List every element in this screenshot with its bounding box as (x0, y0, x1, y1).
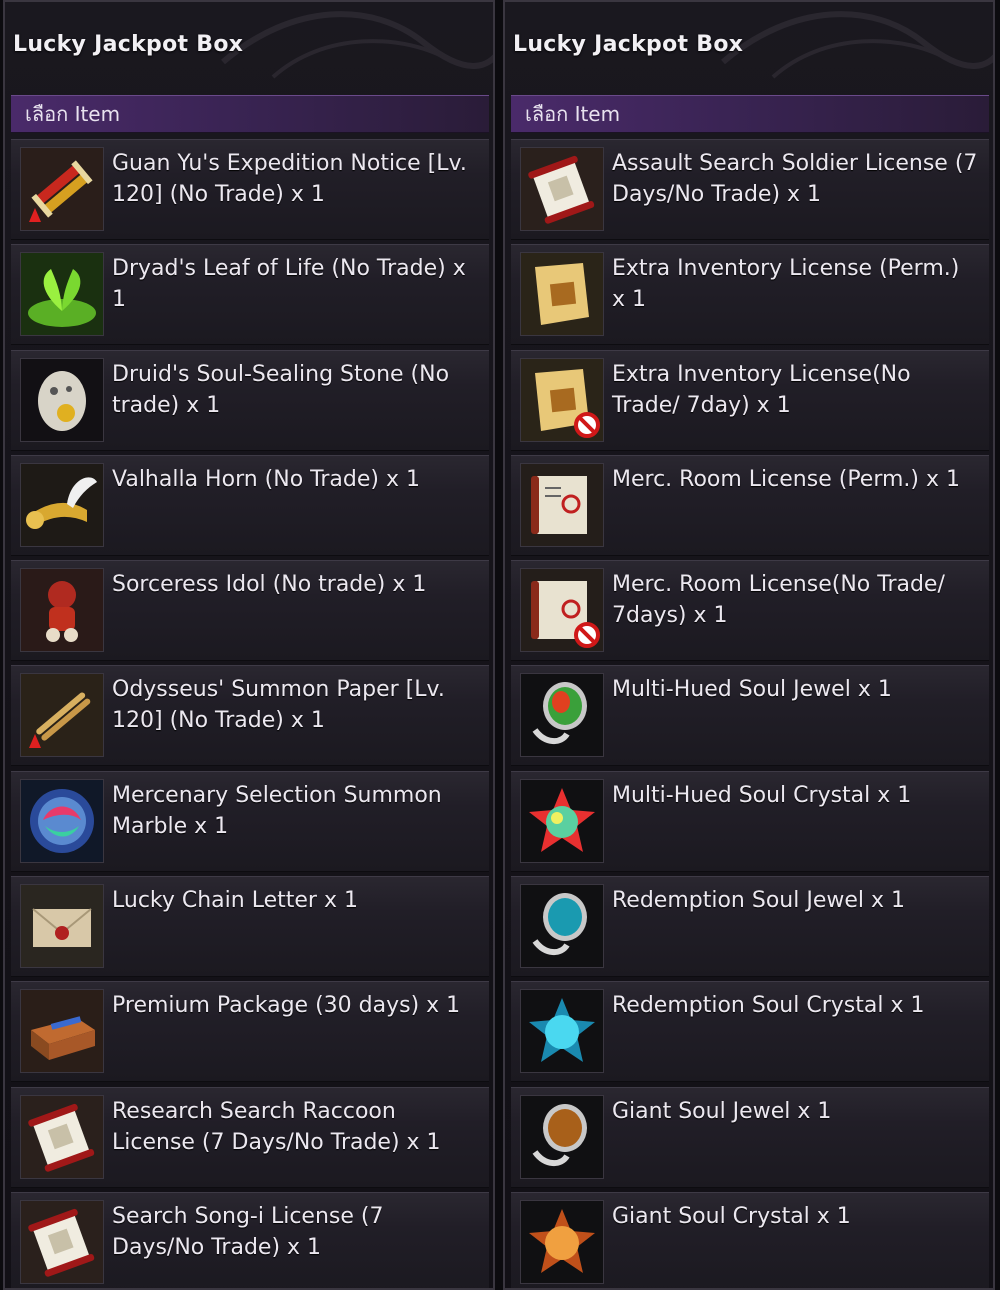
item-option[interactable]: Dryad's Leaf of Life (No Trade) x 1 (11, 244, 489, 346)
amber-crystal-icon (520, 1199, 604, 1284)
item-option[interactable]: Druid's Soul-Sealing Stone (No trade) x … (11, 349, 489, 451)
item-list: Guan Yu's Expedition Notice [Lv. 120] (N… (11, 139, 489, 1288)
right-item-panel: Lucky Jackpot Box เลือก Item Assault Sea… (503, 0, 995, 1290)
item-label: Redemption Soul Crystal x 1 (612, 993, 925, 1019)
item-option[interactable]: Giant Soul Crystal x 1 (511, 1191, 989, 1288)
license-scroll-icon (520, 147, 604, 231)
item-label: Lucky Chain Letter x 1 (112, 888, 358, 914)
item-option[interactable]: Odysseus' Summon Paper [Lv. 120] (No Tra… (11, 665, 489, 767)
license-scroll-icon (20, 1094, 104, 1179)
item-option[interactable]: Redemption Soul Crystal x 1 (511, 981, 989, 1083)
item-label: Sorceress Idol (No trade) x 1 (112, 572, 427, 598)
inventory-license-icon (520, 252, 604, 337)
item-option[interactable]: Guan Yu's Expedition Notice [Lv. 120] (N… (11, 139, 489, 240)
left-item-panel: Lucky Jackpot Box เลือก Item Guan Yu's E… (3, 0, 495, 1290)
winged-horn-icon (20, 462, 104, 547)
panel-title: Lucky Jackpot Box (13, 32, 244, 57)
marble-icon (20, 778, 104, 863)
item-label: Extra Inventory License(No Trade/ 7day) … (612, 361, 911, 418)
item-option[interactable]: Merc. Room License (Perm.) x 1 (511, 454, 989, 556)
license-scroll-icon (20, 1199, 104, 1284)
item-option[interactable]: Premium Package (30 days) x 1 (11, 981, 489, 1083)
item-option[interactable]: Research Search Raccoon License (7 Days/… (11, 1086, 489, 1188)
item-label: Mercenary Selection Summon Marble x 1 (112, 782, 442, 839)
item-label: Valhalla Horn (No Trade) x 1 (112, 466, 420, 492)
panel-title: Lucky Jackpot Box (513, 32, 744, 57)
item-option[interactable]: Multi-Hued Soul Jewel x 1 (511, 665, 989, 767)
item-option[interactable]: Search Song-i License (7 Days/No Trade) … (11, 1191, 489, 1288)
item-label: Redemption Soul Jewel x 1 (612, 888, 906, 914)
scroll-bundle-icon (20, 147, 104, 231)
inventory-license-notrade-icon (520, 357, 604, 442)
item-option[interactable]: Mercenary Selection Summon Marble x 1 (11, 770, 489, 872)
item-label: Odysseus' Summon Paper [Lv. 120] (No Tra… (112, 677, 445, 734)
item-label: Multi-Hued Soul Crystal x 1 (612, 782, 912, 808)
package-box-icon (20, 989, 104, 1074)
item-option[interactable]: Assault Search Soldier License (7 Days/N… (511, 139, 989, 240)
room-license-notrade-icon (520, 568, 604, 653)
decorative-swirl (721, 11, 993, 79)
blue-crystal-icon (520, 989, 604, 1074)
blue-jewel-icon (520, 884, 604, 969)
decorative-swirl (221, 11, 493, 79)
item-label: Giant Soul Jewel x 1 (612, 1098, 832, 1124)
select-item-header: เลือก Item (511, 95, 989, 133)
item-label: Search Song-i License (7 Days/No Trade) … (112, 1203, 384, 1260)
room-license-icon (520, 462, 604, 547)
multi-crystal-icon (520, 778, 604, 863)
item-label: Premium Package (30 days) x 1 (112, 993, 461, 1019)
letter-icon (20, 884, 104, 969)
item-option[interactable]: Extra Inventory License(No Trade/ 7day) … (511, 349, 989, 451)
item-label: Druid's Soul-Sealing Stone (No trade) x … (112, 361, 450, 418)
item-option[interactable]: Valhalla Horn (No Trade) x 1 (11, 454, 489, 556)
amber-jewel-icon (520, 1094, 604, 1179)
item-option[interactable]: Redemption Soul Jewel x 1 (511, 876, 989, 978)
item-label: Assault Search Soldier License (7 Days/N… (612, 151, 978, 207)
item-option[interactable]: Sorceress Idol (No trade) x 1 (11, 560, 489, 662)
item-label: Guan Yu's Expedition Notice [Lv. 120] (N… (112, 151, 467, 207)
doll-icon (20, 568, 104, 653)
item-label: Giant Soul Crystal x 1 (612, 1203, 851, 1229)
soul-stone-icon (20, 357, 104, 442)
green-leaf-icon (20, 252, 104, 337)
item-label: Research Search Raccoon License (7 Days/… (112, 1098, 441, 1155)
item-option[interactable]: Lucky Chain Letter x 1 (11, 876, 489, 978)
multi-jewel-icon (520, 673, 604, 758)
select-item-header: เลือก Item (11, 95, 489, 133)
item-option[interactable]: Giant Soul Jewel x 1 (511, 1086, 989, 1188)
item-list: Assault Search Soldier License (7 Days/N… (511, 139, 989, 1288)
item-label: Multi-Hued Soul Jewel x 1 (612, 677, 892, 703)
item-option[interactable]: Extra Inventory License (Perm.) x 1 (511, 244, 989, 346)
item-label: Dryad's Leaf of Life (No Trade) x 1 (112, 256, 466, 313)
item-label: Merc. Room License(No Trade/ 7days) x 1 (612, 572, 945, 629)
item-option[interactable]: Multi-Hued Soul Crystal x 1 (511, 770, 989, 872)
item-option[interactable]: Merc. Room License(No Trade/ 7days) x 1 (511, 560, 989, 662)
summon-paper-icon (20, 673, 104, 758)
item-label: Merc. Room License (Perm.) x 1 (612, 466, 961, 492)
item-label: Extra Inventory License (Perm.) x 1 (612, 256, 960, 313)
